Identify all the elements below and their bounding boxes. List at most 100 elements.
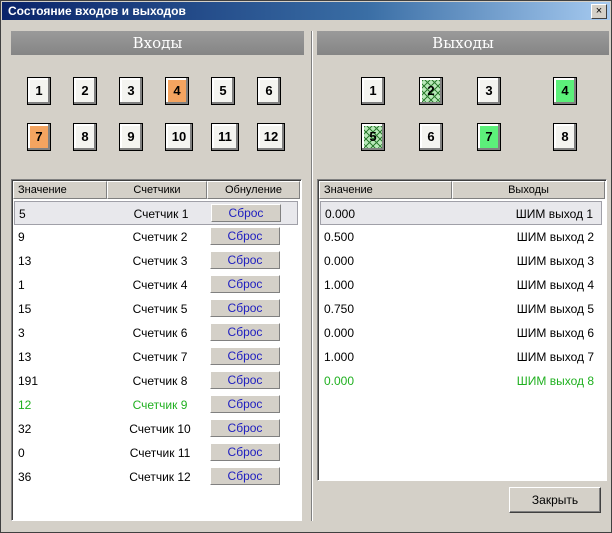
reset-button[interactable]: Сброс: [210, 395, 280, 413]
counter-name: Счетчик 6: [132, 326, 188, 340]
counter-value: 191: [18, 374, 39, 388]
output-indicator-3: 3: [477, 77, 501, 105]
output-value: 0.750: [324, 302, 355, 316]
reset-button[interactable]: Сброс: [211, 204, 281, 222]
output-value: 0.000: [324, 254, 355, 268]
counter-value: 36: [18, 470, 32, 484]
column-header-reset[interactable]: Обнуление: [207, 181, 300, 199]
outputs-table: Значение Выходы 0.000 ШИМ выход 1 0.500 ШИМ…: [317, 179, 607, 481]
output-name: ШИМ выход 2: [516, 230, 594, 244]
counter-value: 32: [18, 422, 32, 436]
counter-name: Счетчик 5: [132, 302, 188, 316]
counter-value: 5: [19, 207, 26, 221]
table-row[interactable]: 1.000 ШИМ выход 7: [320, 345, 602, 369]
close-button[interactable]: Закрыть: [509, 487, 601, 513]
counters-table-header: Значение Счетчики Обнуление: [13, 181, 300, 199]
table-row[interactable]: 0 Счетчик 11 Сброс: [14, 441, 298, 465]
counter-value: 3: [18, 326, 25, 340]
column-header-outputs[interactable]: Выходы: [452, 181, 605, 199]
output-value: 0.000: [324, 374, 355, 388]
counter-name: Счетчик 9: [132, 398, 188, 412]
input-indicator-5: 5: [211, 77, 235, 105]
table-row[interactable]: 9 Счетчик 2 Сброс: [14, 225, 298, 249]
input-indicator-9: 9: [119, 123, 143, 151]
output-name: ШИМ выход 4: [516, 278, 594, 292]
table-row[interactable]: 0.750 ШИМ выход 5: [320, 297, 602, 321]
column-header-value[interactable]: Значение: [319, 181, 452, 199]
output-name: ШИМ выход 3: [516, 254, 594, 268]
table-row[interactable]: 0.000 ШИМ выход 1: [320, 201, 602, 225]
table-row[interactable]: 15 Счетчик 5 Сброс: [14, 297, 298, 321]
reset-button[interactable]: Сброс: [210, 275, 280, 293]
output-value: 0.000: [325, 207, 356, 221]
counter-value: 9: [18, 230, 25, 244]
counter-value: 0: [18, 446, 25, 460]
table-row[interactable]: 1 Счетчик 4 Сброс: [14, 273, 298, 297]
outputs-header: Выходы: [317, 31, 609, 55]
table-row[interactable]: 0.000 ШИМ выход 3: [320, 249, 602, 273]
counter-name: Счетчик 1: [133, 207, 189, 221]
input-indicator-12: 12: [257, 123, 285, 151]
input-indicator-11: 11: [211, 123, 239, 151]
counters-table: Значение Счетчики Обнуление 5 Счетчик 1 Сб…: [11, 179, 302, 521]
output-value: 0.500: [324, 230, 355, 244]
output-indicator-1: 1: [361, 77, 385, 105]
reset-button[interactable]: Сброс: [210, 299, 280, 317]
reset-button[interactable]: Сброс: [210, 371, 280, 389]
input-indicator-3: 3: [119, 77, 143, 105]
reset-button[interactable]: Сброс: [210, 323, 280, 341]
output-name: ШИМ выход 1: [515, 207, 593, 221]
input-indicator-1: 1: [27, 77, 51, 105]
table-row[interactable]: 0.000 ШИМ выход 6: [320, 321, 602, 345]
output-indicator-5: 5: [361, 123, 385, 151]
table-row[interactable]: 13 Счетчик 3 Сброс: [14, 249, 298, 273]
column-header-counters[interactable]: Счетчики: [107, 181, 207, 199]
table-row[interactable]: 0.500 ШИМ выход 2: [320, 225, 602, 249]
counter-name: Счетчик 4: [132, 278, 188, 292]
counter-value: 13: [18, 350, 32, 364]
counter-value: 15: [18, 302, 32, 316]
counter-name: Счетчик 2: [132, 230, 188, 244]
table-row[interactable]: 12 Счетчик 9 Сброс: [14, 393, 298, 417]
reset-button[interactable]: Сброс: [210, 443, 280, 461]
column-header-value[interactable]: Значение: [13, 181, 107, 199]
table-row[interactable]: 36 Счетчик 12 Сброс: [14, 465, 298, 489]
table-row[interactable]: 3 Счетчик 6 Сброс: [14, 321, 298, 345]
outputs-panel: Выходы 1 2 3 4 5 6 7 8 Значение Выходы 0.000 ШИМ…: [317, 31, 609, 521]
reset-button[interactable]: Сброс: [210, 227, 280, 245]
output-value: 1.000: [324, 350, 355, 364]
input-indicator-4: 4: [165, 77, 189, 105]
output-value: 1.000: [324, 278, 355, 292]
table-row[interactable]: 5 Счетчик 1 Сброс: [14, 201, 298, 225]
reset-button[interactable]: Сброс: [210, 467, 280, 485]
table-row[interactable]: 32 Счетчик 10 Сброс: [14, 417, 298, 441]
table-row[interactable]: 13 Счетчик 7 Сброс: [14, 345, 298, 369]
input-indicator-2: 2: [73, 77, 97, 105]
title-bar[interactable]: Состояние входов и выходов ×: [2, 2, 610, 20]
window-title: Состояние входов и выходов: [8, 4, 186, 18]
output-indicator-8: 8: [553, 123, 577, 151]
inputs-header: Входы: [11, 31, 304, 55]
counter-name: Счетчик 8: [132, 374, 188, 388]
input-indicator-8: 8: [73, 123, 97, 151]
counter-name: Счетчик 10: [129, 422, 191, 436]
output-indicator-7: 7: [477, 123, 501, 151]
counter-value: 13: [18, 254, 32, 268]
output-value: 0.000: [324, 326, 355, 340]
panel-divider: [311, 31, 313, 521]
reset-button[interactable]: Сброс: [210, 251, 280, 269]
table-row[interactable]: 191 Счетчик 8 Сброс: [14, 369, 298, 393]
output-name: ШИМ выход 8: [516, 374, 594, 388]
output-name: ШИМ выход 7: [516, 350, 594, 364]
reset-button[interactable]: Сброс: [210, 419, 280, 437]
reset-button[interactable]: Сброс: [210, 347, 280, 365]
counter-value: 12: [18, 398, 32, 412]
close-icon[interactable]: ×: [591, 4, 607, 19]
output-indicator-4: 4: [553, 77, 577, 105]
counter-name: Счетчик 11: [129, 446, 191, 460]
table-row[interactable]: 1.000 ШИМ выход 4: [320, 273, 602, 297]
table-row[interactable]: 0.000 ШИМ выход 8: [320, 369, 602, 393]
output-name: ШИМ выход 6: [516, 326, 594, 340]
counter-value: 1: [18, 278, 25, 292]
input-indicator-10: 10: [165, 123, 193, 151]
